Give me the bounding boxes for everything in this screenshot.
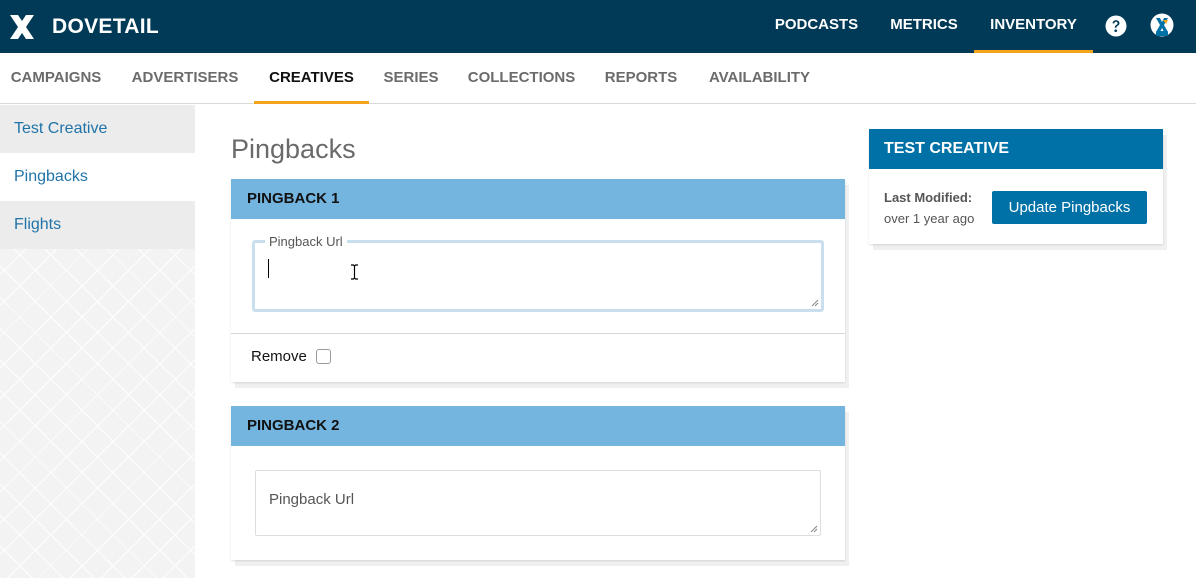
last-modified-label: Last Modified: [884,190,973,205]
sidebar-item-flights[interactable]: Flights [0,201,195,249]
pingback-url-label: Pingback Url [265,234,347,249]
user-avatar-icon[interactable] [1150,13,1174,39]
divider [231,333,845,334]
remove-row: Remove [251,348,331,365]
subnav-collections[interactable]: COLLECTIONS [457,53,586,104]
resize-handle-icon[interactable] [810,525,818,533]
pingback-card-1: PINGBACK 1 Pingback Url Remove [231,179,845,382]
topnav-metrics[interactable]: METRICS [883,0,965,53]
subnav-advertisers[interactable]: ADVERTISERS [122,53,248,104]
pingback-url-field[interactable]: Pingback Url [252,234,824,312]
summary-header: TEST CREATIVE [869,129,1163,169]
dovetail-logo-icon [10,15,34,39]
pingback-header: PINGBACK 2 [231,406,845,446]
subnav-availability[interactable]: AVAILABILITY [697,53,822,104]
pingback-card-2: PINGBACK 2 Pingback Url [231,406,845,560]
remove-checkbox[interactable] [315,349,331,364]
page-title: Pingbacks [231,134,356,164]
sidebar: Test Creative Pingbacks Flights [0,105,195,578]
subnav-reports[interactable]: REPORTS [594,53,688,104]
creative-summary-card: TEST CREATIVE Last Modified: over 1 year… [869,129,1163,244]
text-cursor-icon [351,264,358,280]
last-modified-value: over 1 year ago [884,211,975,226]
pingback-header: PINGBACK 1 [231,179,845,219]
sidebar-item-pingbacks[interactable]: Pingbacks [0,153,195,201]
subnav-series[interactable]: SERIES [375,53,447,104]
subnav-campaigns[interactable]: CAMPAIGNS [0,53,112,104]
secondary-navbar: CAMPAIGNS ADVERTISERS CREATIVES SERIES C… [0,53,1196,104]
brand-name: DOVETAIL [52,15,160,38]
brand-logo[interactable]: DOVETAIL [6,11,159,43]
text-caret [268,259,269,278]
top-navbar: DOVETAIL PODCASTS METRICS INVENTORY [0,0,1196,53]
pingback-url-field[interactable]: Pingback Url [255,470,821,536]
pingback-url-placeholder: Pingback Url [269,491,355,508]
subnav-creatives[interactable]: CREATIVES [254,53,369,104]
topnav-inventory[interactable]: INVENTORY [974,0,1093,53]
remove-label: Remove [251,348,307,365]
question-circle-icon[interactable] [1105,15,1127,37]
topnav-podcasts[interactable]: PODCASTS [770,0,863,53]
update-pingbacks-button[interactable]: Update Pingbacks [992,191,1147,224]
sidebar-item-test-creative[interactable]: Test Creative [0,105,195,153]
resize-handle-icon[interactable] [811,299,819,307]
